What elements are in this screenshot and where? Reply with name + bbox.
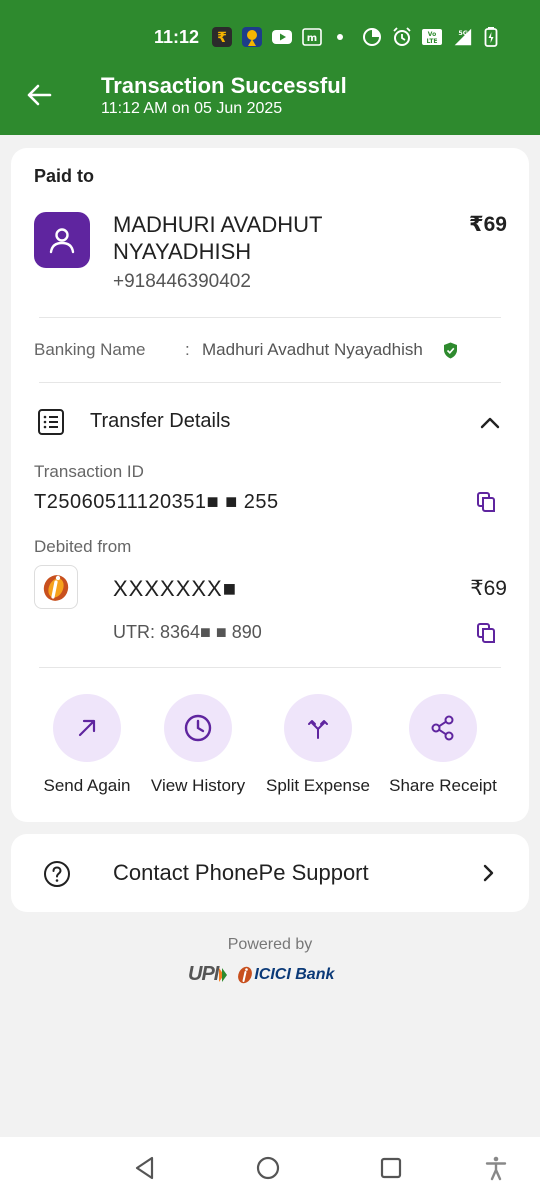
alarm-icon <box>391 26 413 48</box>
help-circle-icon <box>43 860 71 888</box>
debited-from-label: Debited from <box>34 537 132 556</box>
icici-logo-text: ICICI Bank <box>254 965 335 983</box>
svg-text:m: m <box>307 33 317 44</box>
youtube-icon <box>271 26 293 48</box>
page-title: Transaction Successful <box>101 73 347 98</box>
divider <box>39 382 501 383</box>
icici-logo: ICICI Bank <box>236 965 334 985</box>
chevron-up-icon[interactable] <box>479 412 501 434</box>
clock-icon <box>164 694 232 762</box>
svg-text:5G: 5G <box>458 29 468 37</box>
upi-logo: UPI <box>188 963 219 985</box>
svg-text:Vo: Vo <box>428 31 436 38</box>
payee-name: MADHURI AVADHUT NYAYADHISH <box>113 212 323 264</box>
status-bar: 11:12 ₹ m Vo LTE 5G <box>154 22 510 52</box>
transfer-details-toggle[interactable]: Transfer Details <box>90 410 230 433</box>
icici-bank-logo-icon <box>34 565 78 609</box>
debit-amount: ₹69 <box>470 577 507 600</box>
top-header: 11:12 ₹ m Vo LTE 5G Transaction Successf… <box>0 0 540 135</box>
m-app-icon: m <box>301 26 323 48</box>
view-history-label: View History <box>150 776 246 795</box>
svg-text:₹: ₹ <box>217 30 227 46</box>
copy-icon[interactable] <box>475 622 497 644</box>
battery-icon <box>481 26 502 48</box>
powered-by-text: Powered by <box>227 936 313 953</box>
banking-name-separator: : <box>185 340 190 359</box>
back-triangle-icon[interactable] <box>132 1155 158 1181</box>
transaction-card: Paid to MADHURI AVADHUT NYAYADHISH ₹69 +… <box>11 148 529 822</box>
banking-name-value: Madhuri Avadhut Nyayadhish <box>202 340 423 359</box>
arrow-up-right-icon <box>53 694 121 762</box>
transaction-id-value: T25060511120351■ ■ 255 <box>34 491 279 513</box>
share-receipt-button[interactable]: Share Receipt <box>383 694 503 796</box>
status-time: 11:12 <box>154 26 200 47</box>
rupee-app-icon: ₹ <box>211 26 233 48</box>
send-again-button[interactable]: Send Again <box>27 694 147 796</box>
back-arrow-icon[interactable] <box>22 78 56 112</box>
contact-support-button[interactable]: Contact PhonePe Support <box>11 834 529 912</box>
split-icon <box>284 694 352 762</box>
share-icon <box>409 694 477 762</box>
utr-value: UTR: 8364■ ■ 890 <box>113 622 262 642</box>
upi-arrow-icon <box>219 967 228 982</box>
paid-amount: ₹69 <box>469 213 507 236</box>
verified-shield-icon <box>443 342 458 359</box>
system-navigation-bar <box>0 1137 540 1200</box>
icici-mark-icon <box>238 966 253 983</box>
debit-account-number: XXXXXXX■ <box>113 576 238 601</box>
accessibility-icon[interactable] <box>483 1155 509 1181</box>
badge-app-icon <box>241 26 263 48</box>
share-receipt-label: Share Receipt <box>389 776 497 795</box>
data-saver-icon <box>361 26 383 48</box>
partner-logos: UPI ICICI Bank <box>188 963 334 986</box>
user-icon <box>34 212 90 268</box>
send-again-label: Send Again <box>43 776 131 795</box>
volte-icon: Vo LTE <box>421 26 443 48</box>
divider <box>39 667 501 668</box>
transaction-id-label: Transaction ID <box>34 462 144 481</box>
dot-icon <box>337 34 343 40</box>
5g-signal-icon: 5G <box>451 26 473 48</box>
copy-icon[interactable] <box>475 491 497 513</box>
payee-phone: +918446390402 <box>113 271 251 292</box>
recents-square-icon[interactable] <box>378 1155 404 1181</box>
contact-support-label: Contact PhonePe Support <box>113 860 369 885</box>
banking-name-label: Banking Name <box>34 340 146 359</box>
home-circle-icon[interactable] <box>255 1155 281 1181</box>
split-expense-label: Split Expense <box>266 776 370 795</box>
svg-text:LTE: LTE <box>426 38 437 45</box>
view-history-button[interactable]: View History <box>138 694 258 796</box>
list-document-icon <box>37 408 65 436</box>
transaction-timestamp: 11:12 AM on 05 Jun 2025 <box>101 100 283 117</box>
paid-to-heading: Paid to <box>34 166 95 186</box>
divider <box>39 317 501 318</box>
chevron-right-icon <box>477 862 499 884</box>
split-expense-button[interactable]: Split Expense <box>258 694 378 796</box>
